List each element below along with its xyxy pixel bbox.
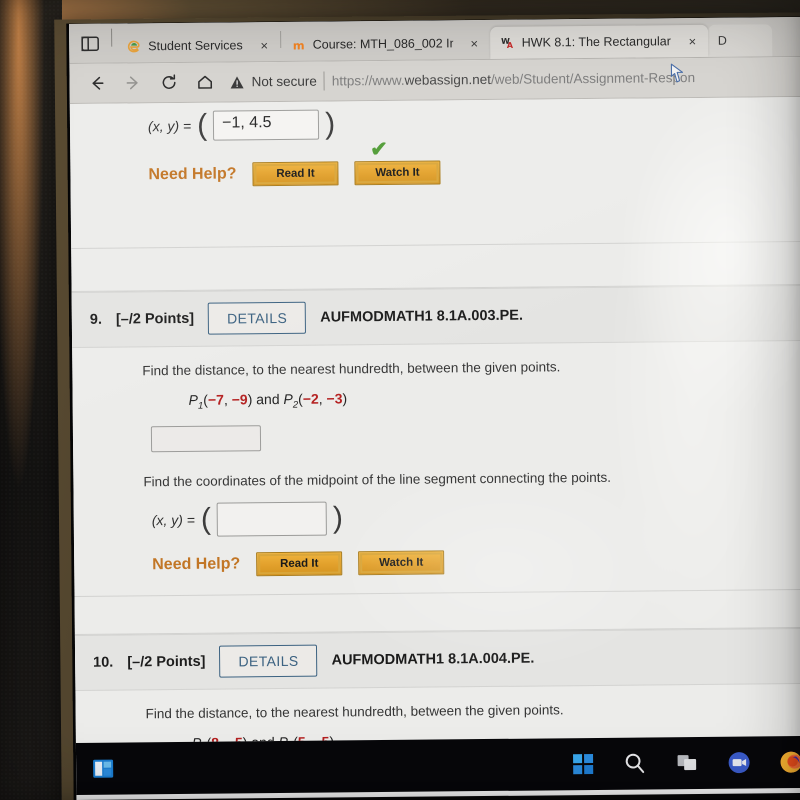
coordinate-label: (x, y) = xyxy=(151,511,196,529)
question-body: Find the distance, to the nearest hundre… xyxy=(72,341,800,596)
question-points: [–/2 Points] xyxy=(115,310,195,328)
midpoint-answer-input[interactable] xyxy=(216,501,328,537)
ie-e-icon xyxy=(126,39,141,54)
back-arrow-icon[interactable] xyxy=(79,68,113,98)
previous-question-tail: (x, y) = ( −1, 4.5 ) ✔ Need Help? Read I… xyxy=(70,97,800,206)
tabstrip-divider xyxy=(111,28,113,47)
browser-tab-student-services[interactable]: Student Services × xyxy=(116,29,280,63)
question-code: AUFMODMATH1 8.1A.004.PE. xyxy=(331,650,535,669)
question-number: 10. xyxy=(93,654,114,671)
close-paren: ) xyxy=(332,501,344,535)
question-points: [–/2 Points] xyxy=(127,653,206,671)
details-button[interactable]: DETAILS xyxy=(219,644,318,678)
warning-triangle-icon xyxy=(229,75,244,89)
svg-text:A: A xyxy=(506,40,513,49)
meet-camera-icon[interactable] xyxy=(726,749,752,775)
forward-arrow-icon[interactable] xyxy=(115,68,149,98)
reload-icon[interactable] xyxy=(151,67,185,97)
close-icon[interactable]: × xyxy=(466,35,483,52)
url-text: https://www.webassign.net/web/Student/As… xyxy=(332,70,695,88)
taskbar-left xyxy=(76,752,510,782)
distance-answer-input[interactable] xyxy=(150,424,262,453)
watch-it-button[interactable]: Watch It xyxy=(358,550,445,576)
search-icon[interactable] xyxy=(622,750,648,776)
url-domain: webassign.net xyxy=(404,71,491,88)
need-help-row: Need Help? Read It Watch It xyxy=(144,531,800,595)
windows-taskbar xyxy=(75,735,800,795)
midpoint-answer-row: (x, y) = ( ) xyxy=(143,483,800,537)
point1-y: −9 xyxy=(231,391,248,408)
question-block-10: 10. [–/2 Points] DETAILS AUFMODMATH1 8.1… xyxy=(74,627,800,743)
correct-checkmark: ✔ xyxy=(370,137,388,162)
tab-title: Student Services xyxy=(148,38,243,54)
address-bar[interactable]: Not secure https://www.webassign.net/web… xyxy=(229,61,800,97)
open-paren: ( xyxy=(196,108,208,142)
tab-title: HWK 8.1: The Rectangular xyxy=(521,34,671,50)
svg-text:m: m xyxy=(292,39,304,52)
distance-answer-row xyxy=(143,406,800,453)
collections-icon[interactable] xyxy=(69,24,111,63)
firefox-icon[interactable] xyxy=(778,749,800,775)
need-help-label: Need Help? xyxy=(152,555,241,574)
point1-label: P xyxy=(188,391,199,408)
browser-nav-bar: Not secure https://www.webassign.net/web… xyxy=(69,56,800,104)
conjunction: and xyxy=(256,390,280,408)
moodle-m-icon: m xyxy=(291,37,306,52)
close-icon[interactable]: × xyxy=(684,32,701,49)
store-app-icon[interactable] xyxy=(90,756,116,782)
question-number: 9. xyxy=(89,311,103,328)
omnibox-divider xyxy=(323,71,325,91)
section-divider xyxy=(71,240,800,249)
windows-start-icon[interactable] xyxy=(570,751,596,777)
coordinate-label: (x, y) = xyxy=(147,117,192,135)
laptop-screen: Student Services × m Course: MTH_086_002… xyxy=(69,16,800,800)
browser-tab-partial[interactable]: D xyxy=(707,24,772,57)
watch-it-button[interactable]: Watch It xyxy=(354,160,441,186)
need-help-label: Need Help? xyxy=(148,165,237,184)
laptop-photo: Student Services × m Course: MTH_086_002… xyxy=(0,0,800,800)
home-icon[interactable] xyxy=(187,67,221,97)
answer-input-previous[interactable]: −1, 4.5 xyxy=(213,109,320,141)
not-secure-label: Not secure xyxy=(251,73,317,90)
point2-label: P xyxy=(283,390,293,407)
close-icon[interactable]: × xyxy=(256,37,273,54)
question-code: AUFMODMATH1 8.1A.003.PE. xyxy=(320,307,524,326)
details-button[interactable]: DETAILS xyxy=(207,301,307,335)
taskbar-right xyxy=(510,749,800,778)
url-path: /web/Student/Assignment-Respon xyxy=(490,69,696,87)
browser-tab-course[interactable]: m Course: MTH_086_002 Intr × xyxy=(281,27,490,61)
url-prefix: https://www. xyxy=(331,72,405,89)
webassign-page: (x, y) = ( −1, 4.5 ) ✔ Need Help? Read I… xyxy=(69,96,800,743)
point2-x: −2 xyxy=(302,390,319,407)
read-it-button[interactable]: Read It xyxy=(252,161,339,187)
task-view-icon[interactable] xyxy=(674,750,700,776)
tab-title: Course: MTH_086_002 Intr xyxy=(312,36,453,52)
webassign-icon: W A xyxy=(500,35,515,50)
point1-x: −7 xyxy=(207,391,224,408)
question-header: 10. [–/2 Points] DETAILS AUFMODMATH1 8.1… xyxy=(74,627,800,691)
browser-tab-strip: Student Services × m Course: MTH_086_002… xyxy=(69,16,800,64)
question-block-9: 9. [–/2 Points] DETAILS AUFMODMATH1 8.1A… xyxy=(71,284,800,596)
question-body: Find the distance, to the nearest hundre… xyxy=(75,684,800,743)
question-header: 9. [–/2 Points] DETAILS AUFMODMATH1 8.1A… xyxy=(71,284,800,348)
photo-background xyxy=(0,0,62,800)
browser-tab-hwk[interactable]: W A HWK 8.1: The Rectangular × xyxy=(489,24,709,59)
read-it-button[interactable]: Read It xyxy=(256,551,343,577)
close-paren: ) xyxy=(324,107,336,141)
open-paren: ( xyxy=(200,502,212,536)
point2-y: −3 xyxy=(326,390,343,407)
prompt-midpoint: Find the coordinates of the midpoint of … xyxy=(143,469,611,490)
